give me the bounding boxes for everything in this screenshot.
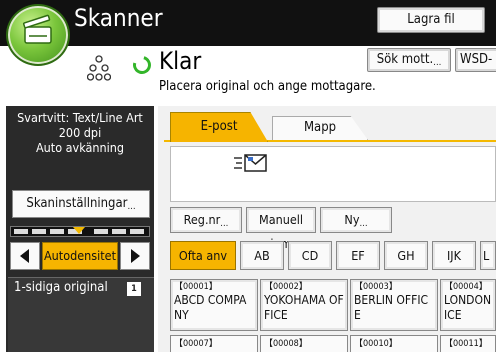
single-sided-original-icon: 1 xyxy=(127,282,141,296)
scan-mode-detection: Auto avkänning xyxy=(35,140,125,155)
destination-card-00011[interactable]: 【00011】 xyxy=(440,335,496,352)
density-lighter-button[interactable] xyxy=(10,242,40,270)
scan-mode-resolution: 200 dpi xyxy=(58,125,102,140)
destination-card-00003[interactable]: 【00003】 BERLIN OFFICE xyxy=(350,279,438,331)
app-title: Skanner xyxy=(74,4,163,32)
machine-status: Klar xyxy=(159,47,202,75)
destination-name: BERLIN OFFICE xyxy=(354,293,429,322)
destination-number: 【00001】 xyxy=(174,282,218,292)
search-destination-button[interactable]: Sök mott. xyxy=(367,48,451,72)
scan-settings-label: Skaninställningar xyxy=(26,196,135,211)
destination-name: ABCD COMPANY xyxy=(174,293,247,322)
email-envelope-icon xyxy=(234,153,268,175)
destination-name: LONDON ICE xyxy=(444,293,492,322)
search-destination-label: Sök mott. xyxy=(377,52,442,67)
registration-number-label: Reg.nr xyxy=(184,212,229,227)
destination-card-00004[interactable]: 【00004】 LONDON ICE xyxy=(440,279,496,331)
destination-number: 【00003】 xyxy=(354,282,398,292)
destination-card-00008[interactable]: 【00008】 xyxy=(260,335,348,352)
status-dots-icon xyxy=(86,54,112,82)
destination-card-00007[interactable]: 【00007】 xyxy=(170,335,258,352)
destination-card-00010[interactable]: 【00010】 xyxy=(350,335,438,352)
index-tab-ijk[interactable]: IJK xyxy=(432,241,476,270)
new-destination-label: Ny xyxy=(344,212,367,227)
arrow-right-icon xyxy=(131,249,140,263)
auto-density-button[interactable]: Autodensitet xyxy=(42,242,118,270)
index-tab-gh[interactable]: GH xyxy=(384,241,428,270)
scan-mode-type: Svartvitt: Text/Line Art xyxy=(17,110,143,125)
index-tab-l[interactable]: L xyxy=(480,241,496,270)
index-tab-ab[interactable]: AB xyxy=(240,241,284,270)
index-tab-cd[interactable]: CD xyxy=(288,241,332,270)
new-destination-button[interactable]: Ny xyxy=(320,207,392,233)
registration-number-button[interactable]: Reg.nr xyxy=(170,207,242,233)
index-tab-ef[interactable]: EF xyxy=(336,241,380,270)
wsd-button[interactable]: WSD- xyxy=(455,48,496,72)
store-file-button[interactable]: Lagra fil xyxy=(377,7,485,33)
destination-field[interactable] xyxy=(170,146,496,202)
destination-card-00001[interactable]: 【00001】 ABCD COMPANY xyxy=(170,279,258,331)
density-marker-icon xyxy=(73,227,85,234)
scanner-app-icon xyxy=(6,4,70,66)
destination-name: YOKOHAMA OFFICE xyxy=(264,293,344,322)
status-hint: Placera original och ange mottagare. xyxy=(159,79,376,94)
arrow-left-icon xyxy=(20,249,29,263)
destination-number: 【00004】 xyxy=(444,282,488,292)
scan-settings-button[interactable]: Skaninställningar xyxy=(12,190,150,218)
scan-mode-summary: Svartvitt: Text/Line Art 200 dpi Auto av… xyxy=(10,110,150,155)
density-darker-button[interactable] xyxy=(120,242,150,270)
manual-entry-button[interactable]: Manuell inm xyxy=(246,207,316,251)
destination-card-00002[interactable]: 【00002】 YOKOHAMA OFFICE xyxy=(260,279,348,331)
index-tab-frequent[interactable]: Ofta anv xyxy=(170,241,236,270)
destination-number: 【00002】 xyxy=(264,282,308,292)
original-type-label: 1-sidiga original xyxy=(14,280,108,295)
